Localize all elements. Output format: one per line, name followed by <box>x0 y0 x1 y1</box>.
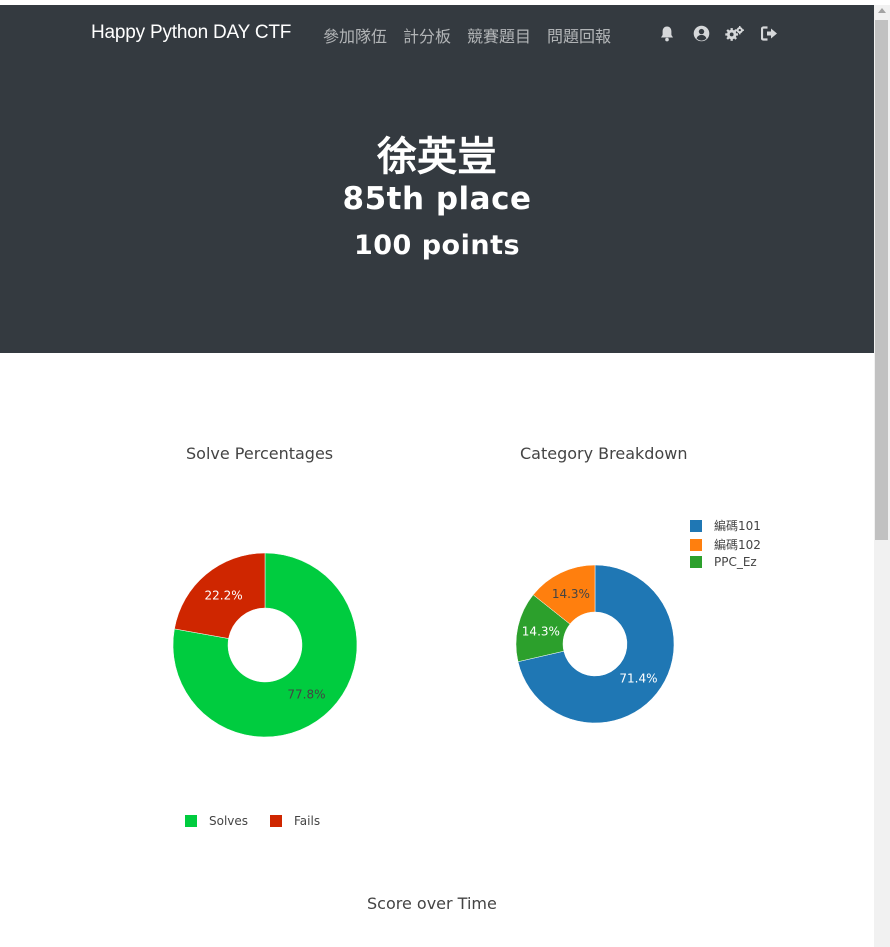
nav-link-scoreboard[interactable]: 計分板 <box>403 23 451 47</box>
legend-item-solves[interactable]: Solves <box>185 814 248 828</box>
cogs-icon[interactable] <box>725 24 745 42</box>
legend-swatch-cat-1 <box>690 519 702 532</box>
nav-link-teams[interactable]: 參加隊伍 <box>323 23 387 47</box>
legend-item-cat-1[interactable]: 編碼101 <box>690 517 761 534</box>
team-name: 徐英豈 <box>377 134 497 180</box>
team-points: 100 points <box>353 230 521 261</box>
legend-label-cat-3: PPC_Ez <box>714 555 757 569</box>
scroll-up-arrow[interactable] <box>878 8 886 13</box>
nav-link-challenges[interactable]: 競賽題目 <box>467 23 531 47</box>
page: Happy Python DAY CTF 參加隊伍 計分板 競賽題目 問題回報 <box>0 0 890 947</box>
nav-links: 參加隊伍 計分板 競賽題目 問題回報 <box>323 23 611 47</box>
legend-item-cat-2[interactable]: 編碼102 <box>690 536 761 553</box>
team-header: 徐英豈 85th place 100 points <box>0 60 874 353</box>
brand-link[interactable]: Happy Python DAY CTF <box>91 22 291 44</box>
solve-percentages-chart: 77.8% 22.2% <box>172 552 358 738</box>
nav-icons <box>657 24 779 42</box>
legend-swatch-fails <box>270 815 282 827</box>
category-chart-title: Category Breakdown <box>520 444 688 463</box>
user-circle-icon[interactable] <box>691 24 711 42</box>
sign-out-icon[interactable] <box>759 24 779 42</box>
navbar: Happy Python DAY CTF 參加隊伍 計分板 競賽題目 問題回報 <box>0 5 874 60</box>
legend-item-cat-3[interactable]: PPC_Ez <box>690 555 757 569</box>
legend-label-fails: Fails <box>294 814 321 828</box>
slice-label-2: 14.3% <box>552 587 590 601</box>
nav-link-report[interactable]: 問題回報 <box>547 23 611 47</box>
legend-label-cat-2: 編碼102 <box>714 538 761 552</box>
slice-label-0: 71.4% <box>619 672 657 686</box>
legend-swatch-solves <box>185 815 197 827</box>
slice-label-1: 14.3% <box>522 625 560 639</box>
legend-swatch-cat-3 <box>690 556 702 568</box>
score-chart-title: Score over Time <box>367 894 497 913</box>
legend-label-cat-1: 編碼101 <box>714 519 761 533</box>
team-place: 85th place <box>342 181 532 217</box>
scrollbar-thumb[interactable] <box>875 20 888 540</box>
legend-item-fails[interactable]: Fails <box>270 814 320 828</box>
legend-label-solves: Solves <box>209 814 249 828</box>
slice-label-0: 77.8% <box>287 687 325 701</box>
bell-icon[interactable] <box>657 24 677 42</box>
category-breakdown-chart: 71.4% 14.3% 14.3% <box>515 564 675 724</box>
solve-chart-title: Solve Percentages <box>186 444 334 463</box>
legend-swatch-cat-2 <box>690 538 702 551</box>
slice-label-1: 22.2% <box>205 589 243 603</box>
